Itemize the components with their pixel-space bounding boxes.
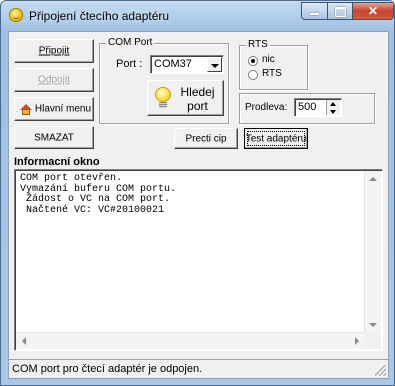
close-icon: ✕ <box>367 4 379 18</box>
scroll-left-icon[interactable] <box>22 337 26 345</box>
info-window-title: Informacní okno <box>14 156 100 168</box>
search-port-button[interactable]: Hledej port <box>147 80 224 116</box>
chevron-down-icon[interactable] <box>207 57 222 72</box>
lightbulb-icon <box>154 87 172 109</box>
connect-button-label: Připojit <box>38 45 70 57</box>
title-bar[interactable]: Připojení čtecího adaptéru ✕ <box>1 1 394 31</box>
clear-button[interactable]: SMAZAT <box>14 126 94 149</box>
info-log: COM port otevřen. Vymazání buferu COM por… <box>20 173 176 216</box>
log-line: COM port otevřen. <box>20 173 123 184</box>
disconnect-button-label: Odpojit <box>38 74 70 86</box>
window-title: Připojení čtecího adaptéru <box>29 9 170 23</box>
smiley-icon <box>9 8 23 22</box>
read-chip-button[interactable]: Precti cip <box>174 128 238 149</box>
connect-button[interactable]: Připojit <box>14 39 94 63</box>
arrow-up-icon <box>330 102 336 106</box>
read-chip-button-label: Precti cip <box>185 133 227 144</box>
rts-group-title: RTS <box>246 39 270 50</box>
port-select-value: COM37 <box>154 58 192 70</box>
main-menu-button[interactable]: Hlavní menu <box>14 97 94 121</box>
main-menu-button-label: Hlavní menu <box>34 103 92 115</box>
log-line: Načtené VC: VC#20100021 <box>20 204 165 216</box>
rts-group: RTS nic RTS <box>239 39 308 90</box>
com-port-group-title: COM Port <box>106 37 155 48</box>
scrollbar-corner <box>365 333 381 349</box>
horizontal-scrollbar[interactable] <box>16 332 365 349</box>
delay-spinner[interactable]: 500 <box>294 98 342 117</box>
delay-group: Prodleva: 500 <box>239 93 375 124</box>
close-button[interactable]: ✕ <box>352 2 394 20</box>
vertical-scrollbar[interactable] <box>364 171 381 333</box>
client-area: Připojit Odpojit Hlavní menu COM Port Po… <box>8 31 389 379</box>
test-adapter-button-label: Test adaptéru <box>245 133 307 144</box>
scroll-down-icon[interactable] <box>369 323 377 327</box>
spinner-arrows[interactable] <box>326 100 340 115</box>
clear-button-label: SMAZAT <box>34 132 74 143</box>
resize-grip-icon[interactable] <box>375 365 386 376</box>
search-port-label-line1: Hledej <box>180 85 215 99</box>
scroll-up-icon[interactable] <box>369 177 377 181</box>
rts-option-nic-label: nic <box>262 54 275 65</box>
rts-option-rts-label: RTS <box>262 68 282 79</box>
arrow-down-icon <box>330 110 336 114</box>
info-console[interactable]: COM port otevřen. Vymazání buferu COM por… <box>14 169 383 351</box>
delay-label: Prodleva: <box>245 102 288 113</box>
disconnect-button[interactable]: Odpojit <box>14 68 94 92</box>
status-bar: COM port pro čtecí adaptér je odpojen. <box>9 359 388 378</box>
status-text: COM port pro čtecí adaptér je odpojen. <box>12 363 203 375</box>
application-window: Připojení čtecího adaptéru ✕ Připojit Od… <box>0 0 395 386</box>
port-select[interactable]: COM37 <box>150 55 224 74</box>
rts-radio-rts[interactable] <box>248 70 258 80</box>
rts-radio-nic[interactable] <box>248 56 258 66</box>
home-icon <box>20 104 33 116</box>
log-line: Žádost o VC na COM port. <box>20 194 171 205</box>
minimize-button[interactable] <box>301 2 327 20</box>
scroll-right-icon[interactable] <box>355 337 359 345</box>
port-label: Port : <box>116 58 143 70</box>
test-adapter-button[interactable]: Test adaptéru <box>244 128 308 149</box>
maximize-button[interactable] <box>327 2 352 20</box>
com-port-group: COM Port Port : COM37 Hledej port <box>99 37 229 124</box>
search-port-label-line2: port <box>187 99 208 113</box>
delay-value: 500 <box>298 101 317 113</box>
